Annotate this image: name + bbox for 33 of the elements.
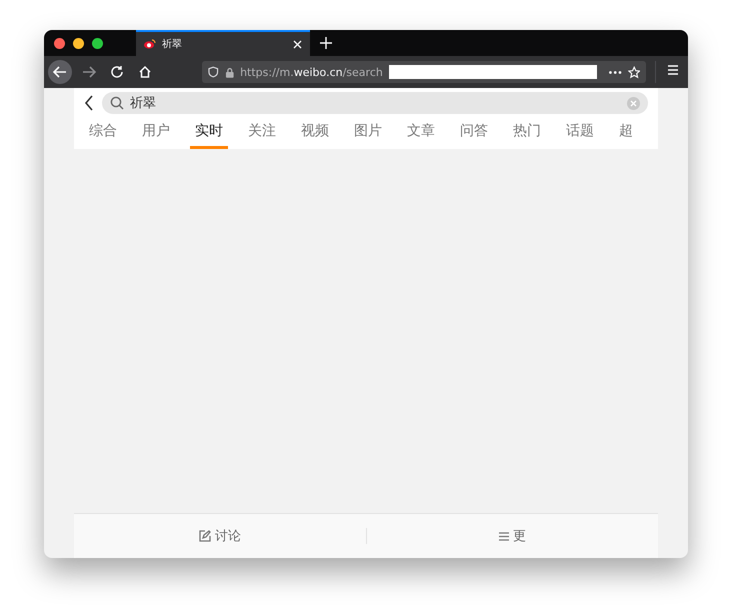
shield-icon [208,66,219,78]
back-button[interactable] [48,60,72,84]
back-icon[interactable] [84,95,94,111]
star-icon[interactable] [628,66,640,78]
category-tab[interactable]: 图片 [349,122,387,149]
search-icon [110,96,124,110]
category-tab[interactable]: 关注 [243,122,281,149]
more-icon[interactable] [609,70,622,74]
browser-tab[interactable]: 祈翠 [136,30,310,56]
url-text: https://m.weibo.cn/search [240,66,383,78]
address-bar[interactable]: https://m.weibo.cn/search [202,61,646,83]
back-icon [53,66,67,78]
edit-icon [198,530,211,542]
category-tab[interactable]: 话题 [561,122,599,149]
category-tab[interactable]: 文章 [402,122,440,149]
menu-icon [498,532,509,540]
category-tab[interactable]: 实时 [190,122,228,149]
category-tab[interactable]: 热门 [508,122,546,149]
category-tab[interactable]: 问答 [455,122,493,149]
category-tab[interactable]: 视频 [296,122,334,149]
close-window-icon[interactable] [54,38,65,48]
eye-logo-icon [144,39,156,49]
lock-icon [224,66,234,78]
close-icon[interactable] [293,40,302,48]
category-tab[interactable]: 综合 [84,122,122,149]
zoom-window-icon[interactable] [92,38,103,48]
bottom-bar-button[interactable]: 更 [366,526,658,546]
minimize-window-icon[interactable] [73,38,84,48]
category-tab[interactable]: 用户 [137,122,175,149]
category-tab[interactable]: 超 [614,122,638,149]
search-field[interactable]: 祈翠 [102,92,648,114]
bottom-bar-button[interactable]: 讨论 [74,526,366,546]
new-tab-icon[interactable] [320,37,332,49]
